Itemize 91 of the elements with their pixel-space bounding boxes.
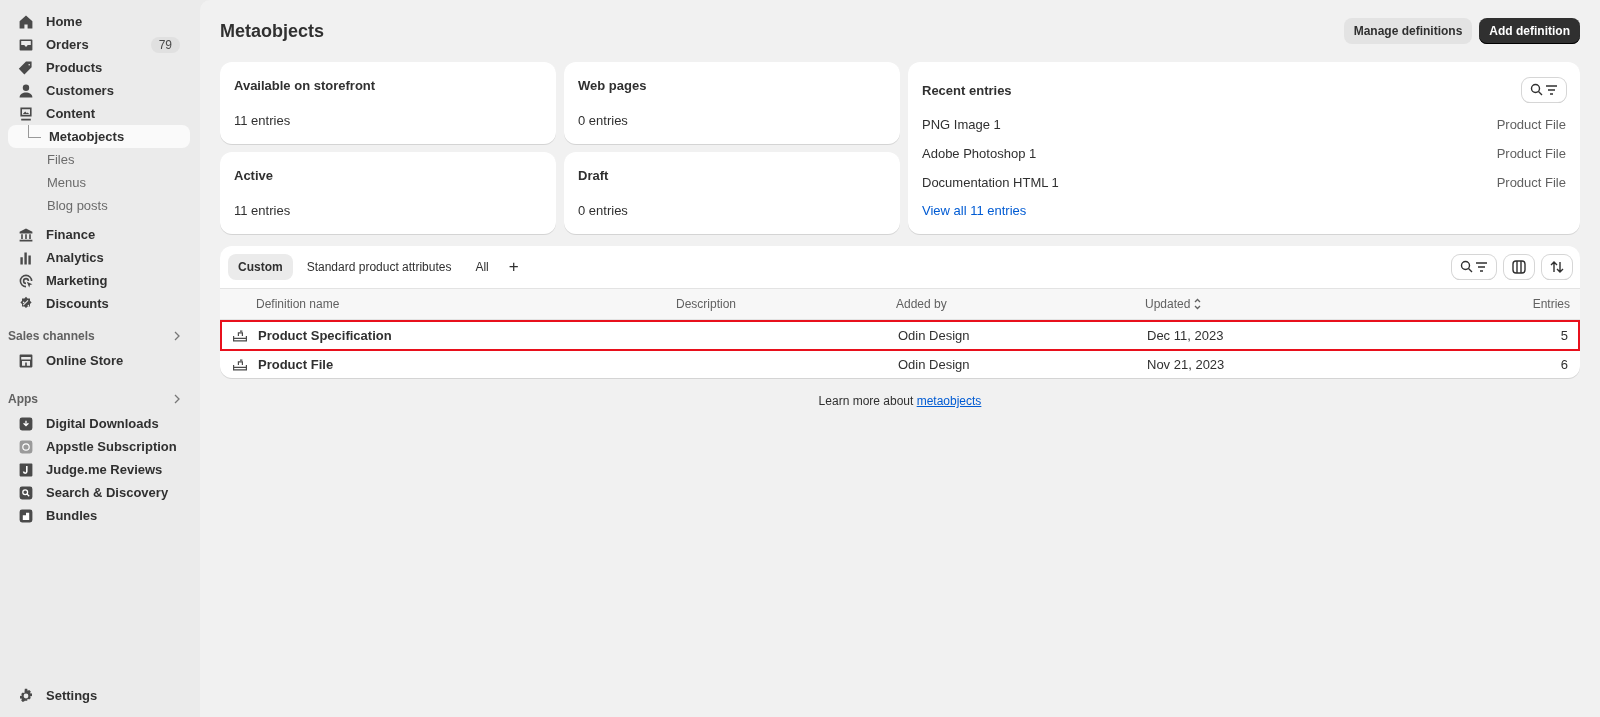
nav-item[interactable]: Digital Downloads <box>8 412 190 435</box>
nav-item[interactable]: Home <box>8 10 190 33</box>
entry-name[interactable]: PNG Image 1 <box>922 117 1001 132</box>
nav-item[interactable]: Appstle Subscription <box>8 435 190 458</box>
search-filter-icon <box>1529 82 1559 98</box>
stat-card[interactable]: Draft 0 entries <box>564 152 900 234</box>
column-header: Definition name <box>256 297 341 311</box>
bundle-icon <box>18 507 34 524</box>
add-view-button[interactable]: + <box>502 257 525 277</box>
entry-name[interactable]: Documentation HTML 1 <box>922 175 1059 190</box>
stat-card[interactable]: Active 11 entries <box>220 152 556 234</box>
column-header: Description <box>676 297 738 311</box>
nav-item[interactable]: Online Store <box>8 349 190 372</box>
sort-arrows-icon <box>1549 259 1565 275</box>
columns-button[interactable] <box>1504 255 1534 279</box>
manage-definitions-button[interactable]: Manage definitions <box>1343 18 1473 44</box>
search-app-icon <box>18 484 34 501</box>
storefront-icon <box>18 352 34 369</box>
filter-tab[interactable]: Standard product attributes <box>296 254 462 280</box>
section-heading: Sales channels <box>8 329 95 343</box>
filter-tab[interactable]: All <box>465 254 499 280</box>
card-value: 11 entries <box>234 113 292 128</box>
sort-button[interactable] <box>1542 255 1572 279</box>
nav-item[interactable]: Discounts <box>8 292 190 315</box>
nav-subitem[interactable]: Files <box>8 148 190 171</box>
entry-type: Product File <box>1496 117 1566 132</box>
search-filter-button[interactable] <box>1522 78 1566 102</box>
nav-item[interactable]: Marketing <box>8 269 190 292</box>
columns-icon <box>1511 259 1527 275</box>
nav-subitem[interactable]: Blog posts <box>8 194 190 217</box>
nav-item[interactable]: Products <box>8 56 190 79</box>
added-by-cell-text: Odin Design <box>898 328 971 343</box>
target-cursor-icon <box>18 272 34 289</box>
entries-cell-text: 6 <box>1559 357 1569 372</box>
bar-chart-icon <box>18 249 34 266</box>
add-definition-button[interactable]: Add definition <box>1479 18 1580 44</box>
nav-item[interactable]: Customers <box>8 79 190 102</box>
metaobjects-link[interactable]: metaobjects <box>916 394 982 408</box>
card-value: 0 entries <box>578 203 629 218</box>
nav-subitem[interactable]: Metaobjects <box>8 125 190 148</box>
card-title: Available on storefront <box>234 78 377 93</box>
entries-cell-text: 5 <box>1559 328 1569 343</box>
entry-type: Product File <box>1496 175 1566 190</box>
section-heading: Apps <box>8 392 38 406</box>
nav-item[interactable]: Analytics <box>8 246 190 269</box>
count-badge: 79 <box>150 36 180 53</box>
updated-cell-text: Dec 11, 2023 <box>1147 328 1225 343</box>
tag-icon <box>18 59 34 76</box>
person-icon <box>18 82 34 99</box>
card-title: Active <box>234 168 275 183</box>
view-all-link[interactable]: View all 11 entries <box>922 203 1566 218</box>
card-value: 11 entries <box>234 203 292 218</box>
sort-icon <box>1193 298 1203 310</box>
added-by-cell-text: Odin Design <box>898 357 971 372</box>
column-header: Added by <box>896 297 948 311</box>
nav-item[interactable]: Orders 79 <box>8 33 190 56</box>
column-header[interactable]: Updated <box>1145 297 1500 311</box>
nav-item[interactable]: Judge.me Reviews <box>8 458 190 481</box>
stat-card[interactable]: Available on storefront 11 entries <box>220 62 556 144</box>
inbox-icon <box>18 36 34 53</box>
table-row[interactable]: Product Specification Odin Design Dec 11, 2023 5 <box>220 320 1580 351</box>
bank-icon <box>18 226 34 243</box>
entry-name[interactable]: Adobe Photoshop 1 <box>922 146 1037 161</box>
nav-item[interactable]: Bundles <box>8 504 190 527</box>
entry-type: Product File <box>1496 146 1566 161</box>
nav-item[interactable]: Finance <box>8 223 190 246</box>
card-title: Recent entries <box>922 82 1012 98</box>
column-header: Entries <box>1531 297 1571 311</box>
definition-name: Product Specification <box>258 328 393 343</box>
search-filter-button[interactable] <box>1452 255 1496 279</box>
table-row[interactable]: Product File Odin Design Nov 21, 2023 6 <box>220 351 1580 378</box>
chevron-right-icon[interactable] <box>172 331 182 341</box>
letter-j-icon <box>18 461 34 478</box>
card-title: Draft <box>578 168 610 183</box>
card-title: Web pages <box>578 78 648 93</box>
search-filter-icon <box>1459 259 1489 275</box>
home-icon <box>18 13 34 30</box>
settings-icon <box>18 687 34 704</box>
chevron-right-icon[interactable] <box>172 394 182 404</box>
nav-subitem[interactable]: Menus <box>8 171 190 194</box>
footer-note: Learn more about metaobjects <box>817 394 983 408</box>
card-value: 0 entries <box>578 113 629 128</box>
updated-cell-text: Nov 21, 2023 <box>1147 357 1226 372</box>
nav-item[interactable]: Search & Discovery <box>8 481 190 504</box>
settings-nav-item[interactable]: Settings <box>8 684 190 707</box>
filter-tab[interactable]: Custom <box>228 254 293 280</box>
definition-name: Product File <box>258 357 335 372</box>
stat-card[interactable]: Web pages 0 entries <box>564 62 900 144</box>
page-title: Metaobjects <box>220 20 325 42</box>
nav-item[interactable]: Content <box>8 102 190 125</box>
image-icon <box>18 105 34 122</box>
